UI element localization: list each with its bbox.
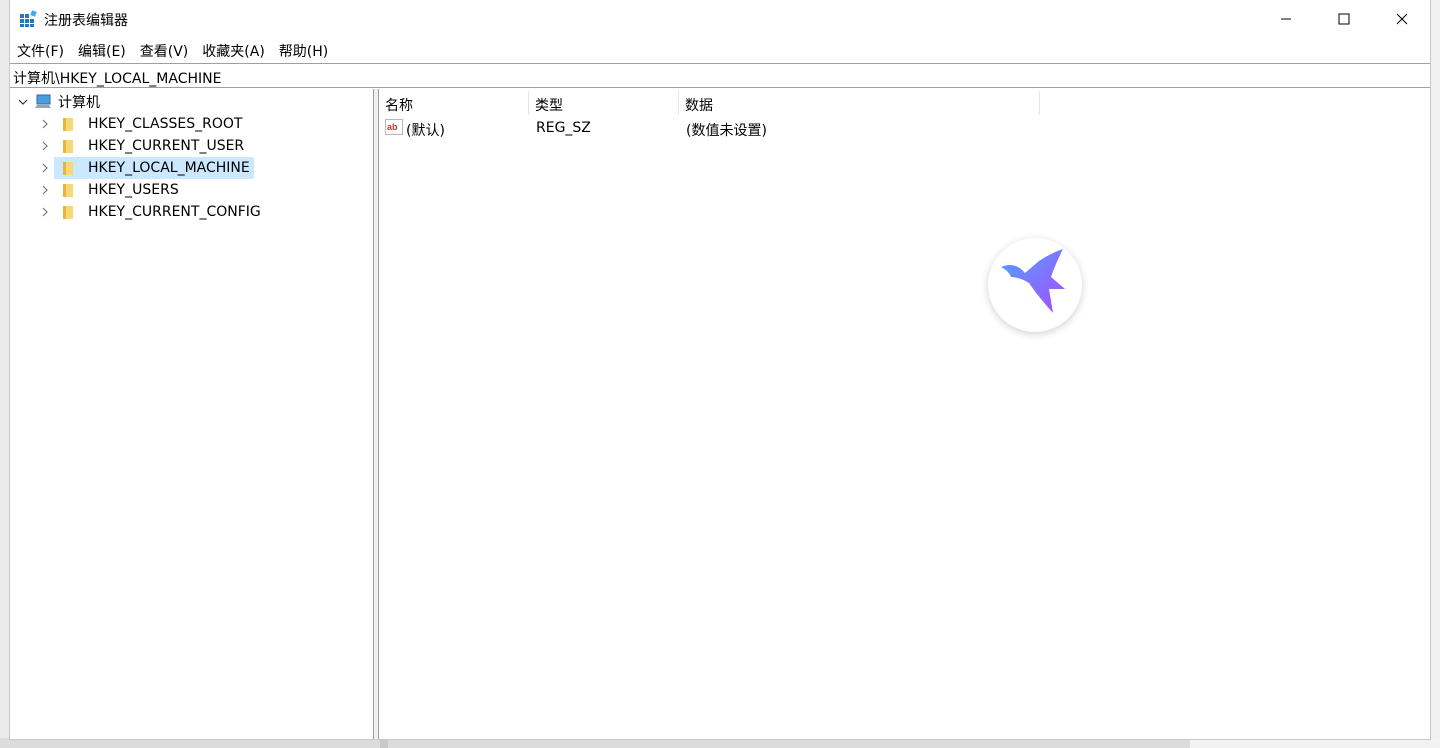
tree-label-hkey-current-config: HKEY_CURRENT_CONFIG [88,204,261,220]
string-value-icon: ab [385,119,403,135]
tree-label-hkey-local-machine: HKEY_LOCAL_MACHINE [84,158,254,178]
background-window-strip-right [1430,0,1440,748]
expanded-chevron-icon[interactable] [16,95,30,109]
tree-label-hkey-users: HKEY_USERS [88,182,179,198]
collapsed-chevron-icon[interactable] [38,183,52,197]
collapsed-chevron-icon[interactable] [38,205,52,219]
folder-icon [63,184,73,197]
tree-item-hkey-current-user[interactable]: HKEY_CURRENT_USER [38,135,248,157]
background-window-strip-left [0,0,9,748]
close-icon [1396,13,1408,25]
minimize-icon [1281,18,1291,20]
tree-item-hkey-classes-root[interactable]: HKEY_CLASSES_ROOT [38,113,246,135]
folder-icon [63,162,73,175]
collapsed-chevron-icon[interactable] [38,117,52,131]
registry-editor-app-icon [20,10,37,27]
column-header-type[interactable]: 类型 [529,91,679,115]
address-bar[interactable]: 计算机\HKEY_LOCAL_MACHINE [10,63,1430,88]
column-header-data[interactable]: 数据 [679,91,1040,115]
menu-edit[interactable]: 编辑(E) [71,38,133,62]
tree-label-computer: 计算机 [58,95,100,111]
tree-item-hkey-current-config[interactable]: HKEY_CURRENT_CONFIG [38,201,265,223]
minimize-button[interactable] [1257,0,1315,38]
value-data-cell: (数值未设置) [686,123,767,139]
computer-icon [35,94,51,108]
registry-editor-window: 注册表编辑器 文件(F) 编辑(E) 查看(V) 收藏夹(A) 帮助(H) 计算… [9,0,1431,740]
maximize-icon [1338,13,1350,25]
tree-label-hkey-current-user: HKEY_CURRENT_USER [88,138,245,154]
main-content: 计算机 HKEY_CLASSES_ROOT HKEY_CURRENT_USER … [10,89,1430,739]
menu-view[interactable]: 查看(V) [133,38,196,62]
value-name-cell: (默认) [406,123,445,139]
collapsed-chevron-icon[interactable] [38,161,52,175]
window-title: 注册表编辑器 [44,13,128,29]
tree-item-computer[interactable]: 计算机 [16,91,104,113]
menu-file[interactable]: 文件(F) [10,38,71,62]
menu-help[interactable]: 帮助(H) [272,38,335,62]
value-type-cell: REG_SZ [536,120,591,136]
title-bar[interactable]: 注册表编辑器 [10,0,1430,38]
maximize-button[interactable] [1315,0,1373,38]
menu-favorites[interactable]: 收藏夹(A) [195,38,272,62]
folder-icon [63,206,73,219]
column-header-name[interactable]: 名称 [379,91,529,115]
values-list-pane[interactable]: 名称 类型 数据 ab (默认) REG_SZ (数值未设置) [379,89,1430,739]
svg-text:ab: ab [387,122,398,132]
collapsed-chevron-icon[interactable] [38,139,52,153]
tree-item-hkey-local-machine[interactable]: HKEY_LOCAL_MACHINE [38,157,254,179]
tree-item-hkey-users[interactable]: HKEY_USERS [38,179,183,201]
tree-label-hkey-classes-root: HKEY_CLASSES_ROOT [88,116,243,132]
hummingbird-icon [1001,249,1065,313]
selected-item-highlight: HKEY_LOCAL_MACHINE [54,157,254,179]
floating-bird-app-icon[interactable] [988,238,1082,332]
folder-icon [63,140,73,153]
close-button[interactable] [1373,0,1431,38]
key-tree-pane[interactable]: 计算机 HKEY_CLASSES_ROOT HKEY_CURRENT_USER … [10,89,374,739]
folder-icon [63,118,73,131]
menu-bar: 文件(F) 编辑(E) 查看(V) 收藏夹(A) 帮助(H) [10,38,1430,62]
